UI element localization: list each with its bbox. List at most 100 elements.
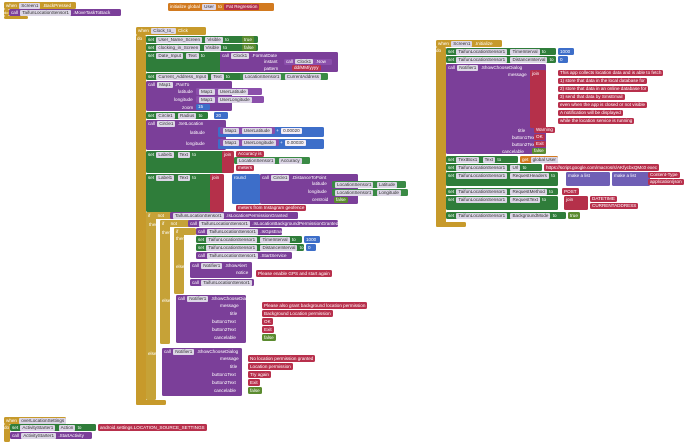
property-dropdown[interactable]: Text — [177, 174, 190, 181]
cancelable-false[interactable]: false — [262, 334, 276, 341]
component-dropdown[interactable]: Clock_to_ — [151, 27, 176, 34]
component-dropdown[interactable]: Circle1 — [157, 120, 176, 127]
component-dropdown[interactable]: Label1 — [156, 174, 175, 181]
component-dropdown[interactable]: TaifunLocationSensor1 — [20, 9, 71, 16]
set-circle-radius[interactable]: set Circle1 Radius to — [146, 112, 208, 119]
set-label1-distance[interactable]: set Label1 Text to — [146, 174, 212, 212]
component-dropdown[interactable]: TaifunLocationSensor1 — [173, 212, 224, 219]
property-dropdown[interactable]: Accuracy — [278, 157, 302, 164]
permission-granted-check[interactable]: TaifunLocationSensor1 .IsLocationPermiss… — [170, 212, 298, 219]
round-block[interactable]: round — [232, 174, 260, 204]
component-dropdown[interactable]: Label1 — [156, 151, 175, 158]
make-list-inner[interactable]: make a list — [612, 172, 650, 186]
component-dropdown[interactable]: TaifunLocationSensor1 — [456, 212, 508, 219]
gps-if-header[interactable]: if — [174, 228, 196, 235]
property-dropdown[interactable]: UserLongitude — [217, 96, 252, 103]
property-dropdown[interactable]: Radius — [178, 112, 197, 119]
component-dropdown[interactable]: TaifunLocationSensor1 — [456, 48, 508, 55]
property-dropdown[interactable]: Visible — [205, 36, 223, 43]
component-dropdown[interactable]: Clock1 — [231, 52, 250, 59]
inner-if-block[interactable] — [160, 220, 170, 344]
cancelable-false[interactable]: false — [248, 387, 262, 394]
message-line-7[interactable]: while the location service is running — [558, 118, 635, 124]
message-line-4[interactable]: 3) send that data by SmsEmail — [558, 94, 625, 100]
geofence-string[interactable]: meters from Instagram geofence — [236, 205, 307, 211]
init-set-time-interval[interactable]: set TaifunLocationSensor1 TimeInterval t… — [446, 48, 556, 55]
property-dropdown[interactable]: UserLatitude — [241, 127, 272, 134]
button1-string[interactable]: Try again — [248, 371, 271, 378]
component-dropdown[interactable]: TaifunLocationSensor1 — [456, 172, 508, 179]
set-time-interval[interactable]: set TaifunLocationSensor1 TimeInterval t… — [196, 236, 302, 243]
property-dropdown[interactable]: RequestHeaders — [510, 172, 549, 179]
get-global-user[interactable]: get global User — [520, 156, 558, 163]
component-dropdown[interactable]: TaifunLocationSensor1 — [199, 220, 250, 227]
property-dropdown[interactable]: Text — [186, 52, 199, 59]
set-background-mode[interactable]: set TaifunLocationSensor1 BackgroundMode… — [446, 212, 566, 219]
variable-name-field[interactable]: User — [202, 3, 216, 10]
component-dropdown[interactable]: LocationSensor1 — [335, 181, 374, 188]
location-current-address-getter[interactable]: LocationSensor1 CurrentAddress — [240, 73, 328, 80]
centroid-false[interactable]: false — [334, 197, 348, 203]
enable-gps-string[interactable]: Please enable GPS and start again — [256, 270, 332, 277]
datetime-string[interactable]: DATETIME — [590, 196, 617, 202]
component-dropdown[interactable]: TaifunLocationSensor1 — [207, 228, 258, 235]
dialog-message-string[interactable]: Please also grant background location pe… — [262, 302, 368, 309]
message-line-2[interactable]: 1) store that data in the local database… — [558, 78, 647, 84]
content-type-string[interactable]: Content-Type — [648, 172, 680, 178]
property-dropdown[interactable]: TimeInterval — [260, 236, 290, 243]
property-dropdown[interactable]: Action — [58, 424, 76, 431]
component-dropdown[interactable]: TaifunLocationSensor1 — [456, 188, 508, 195]
component-dropdown[interactable]: LocationSensor1 — [243, 73, 282, 80]
property-dropdown[interactable]: Text — [177, 151, 190, 158]
radius-number[interactable]: 20 — [214, 112, 228, 119]
component-dropdown[interactable]: LocationSensor1 — [237, 157, 276, 164]
init-set-distance-interval[interactable]: set TaifunLocationSensor1 DistanceInterv… — [446, 56, 556, 63]
inner-if-header[interactable]: if not — [160, 220, 190, 227]
property-dropdown[interactable]: Latitude — [376, 181, 398, 188]
make-list-outer[interactable]: make a list — [566, 172, 610, 186]
logic-true[interactable]: true — [242, 36, 254, 43]
open-location-settings-call[interactable]: call TaifunLocationSensor1 .OpenLocation… — [190, 279, 301, 286]
property-dropdown[interactable]: Text — [482, 156, 496, 163]
message-line-5[interactable]: even when the app is closed or not visib… — [558, 102, 648, 108]
message-line-3[interactable]: 2) store that data in an online database… — [558, 86, 649, 92]
set-date-input-text[interactable]: set Date_Input Text to — [146, 52, 228, 72]
property-dropdown[interactable]: Url — [510, 164, 521, 171]
component-dropdown[interactable]: ActivityStarter1 — [20, 424, 56, 431]
property-dropdown[interactable]: UserLongitude — [241, 139, 276, 146]
title-string[interactable]: Warning — [534, 127, 555, 133]
application-json-string[interactable]: application/json — [648, 179, 684, 185]
pattern-string[interactable]: dd/MM/yyyy — [292, 65, 321, 71]
meters-string[interactable]: meters — [236, 165, 255, 171]
variable-dropdown[interactable]: global User — [530, 156, 558, 163]
join-message[interactable]: join — [530, 70, 546, 128]
join-distance[interactable]: join — [210, 174, 224, 212]
init-distance-interval-number[interactable]: 0 — [558, 56, 568, 63]
time-interval-number[interactable]: 1000 — [304, 236, 320, 243]
component-dropdown[interactable]: TaifunLocationSensor1 — [206, 236, 258, 243]
property-dropdown[interactable]: UserLatitude — [217, 88, 248, 95]
component-dropdown[interactable]: Current_Address_Input — [156, 73, 208, 80]
component-dropdown[interactable]: TaifunLocationSensor1 — [206, 244, 258, 251]
location-longitude-getter[interactable]: LocationSensor1 Longitude — [332, 189, 408, 196]
distance-interval-number[interactable]: 0 — [306, 244, 316, 251]
component-dropdown[interactable]: TaifunLocationSensor1 — [456, 56, 508, 63]
if-block[interactable] — [146, 212, 156, 400]
current-address-string[interactable]: CURRENTADDRESS — [590, 203, 639, 209]
join-request-text[interactable]: join — [564, 196, 588, 210]
component-dropdown[interactable]: Notifier1 — [173, 348, 195, 355]
set-request-text[interactable]: set TaifunLocationSensor1 RequestText to — [446, 196, 558, 210]
component-dropdown[interactable]: Notifier1 — [187, 295, 209, 302]
property-dropdown[interactable]: Visible — [203, 44, 221, 51]
background-mode-true[interactable]: true — [568, 212, 580, 219]
set-textbox-text[interactable]: set TextBox1 Text to — [446, 156, 518, 163]
component-dropdown[interactable]: TaifunLocationSensor1 — [207, 252, 258, 259]
map-user-latitude-getter[interactable]: Map1 UserLatitude — [196, 88, 262, 95]
set-request-headers[interactable]: set TaifunLocationSensor1 RequestHeaders… — [446, 172, 558, 186]
url-string[interactable]: https://script.google.com/macros/s/AKfyc… — [544, 164, 660, 171]
button2-string[interactable]: Exit — [262, 326, 274, 333]
property-dropdown[interactable]: CurrentAddress — [284, 73, 321, 80]
global-variable-init[interactable]: initialize global User to Fat Regression — [168, 3, 274, 11]
component-dropdown[interactable]: ActivityStarter1 — [21, 432, 57, 439]
cancelable-false[interactable]: false — [532, 148, 546, 154]
